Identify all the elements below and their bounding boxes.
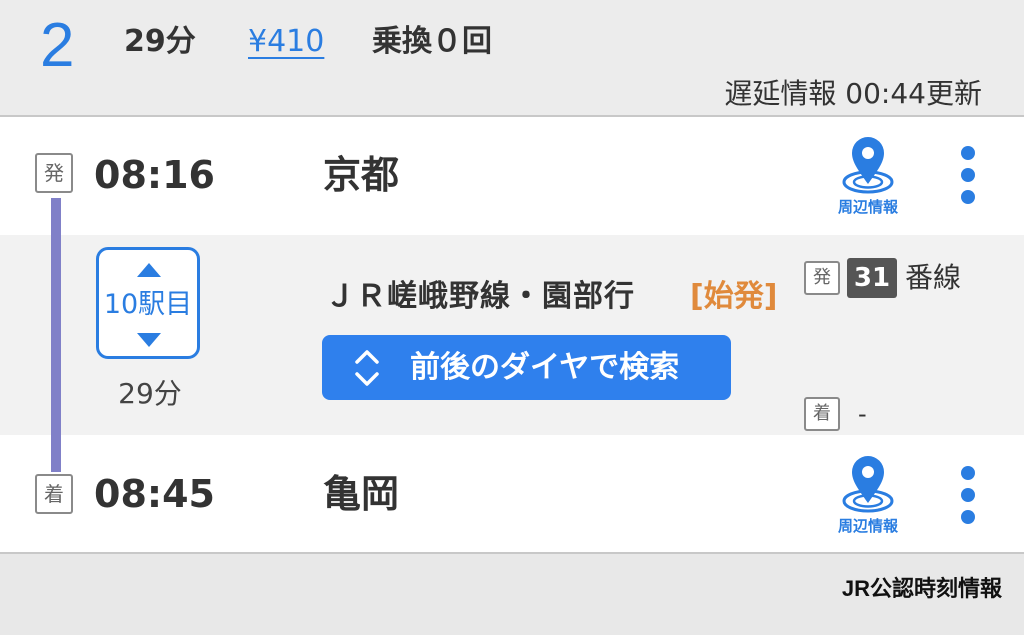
departure-platform-tag: 発 [804,261,840,295]
area-info-label: 周辺情報 [837,198,898,216]
arrival-station[interactable]: 亀岡 [323,472,399,516]
departure-station[interactable]: 京都 [323,153,399,197]
arrival-area-info-button[interactable]: 周辺情報 [828,453,908,535]
total-duration: 29分 [124,24,196,59]
triangle-down-icon [137,333,161,347]
jr-official-timetable-logo: JR公認時刻情報 [841,576,1002,601]
train-line-name[interactable]: ＪＲ嵯峨野線・園部行 [325,275,635,319]
map-pin-icon [842,456,894,513]
search-adjacent-trains-button[interactable]: 前後のダイヤで検索 [322,335,731,400]
stations-count: 10駅目 [103,289,193,320]
arrival-time: 08:45 [94,472,215,516]
arrival-platform-number: - [858,400,867,428]
departure-tag: 発 [35,153,73,193]
delay-info-updated: 遅延情報 00:44更新 [724,77,982,110]
route-number: 2 [40,11,75,80]
more-vertical-icon [961,466,975,480]
departure-area-info-button[interactable]: 周辺情報 [828,134,908,216]
segment-duration: 29分 [118,377,182,410]
platform-suffix: 番線 [905,261,962,294]
arrival-tag: 着 [35,474,73,514]
search-button-label: 前後のダイヤで検索 [410,350,680,385]
arrival-platform-tag: 着 [804,397,840,431]
fare-link[interactable]: ¥410 [248,22,324,62]
transfer-count: 乗換０回 [372,24,492,59]
first-train-badge: [始発] [690,279,778,314]
departure-platform-number: 31 [847,258,897,298]
departure-time: 08:16 [94,153,215,197]
chevron-up-down-icon [355,350,379,386]
arrival-more-menu[interactable] [958,466,978,536]
triangle-up-icon [137,263,161,277]
route-rail-line [51,198,61,472]
more-vertical-icon [961,146,975,160]
area-info-label: 周辺情報 [837,517,898,535]
map-pin-icon [842,137,894,194]
intermediate-stations-toggle[interactable]: 10駅目 [96,247,200,359]
departure-more-menu[interactable] [958,146,978,216]
